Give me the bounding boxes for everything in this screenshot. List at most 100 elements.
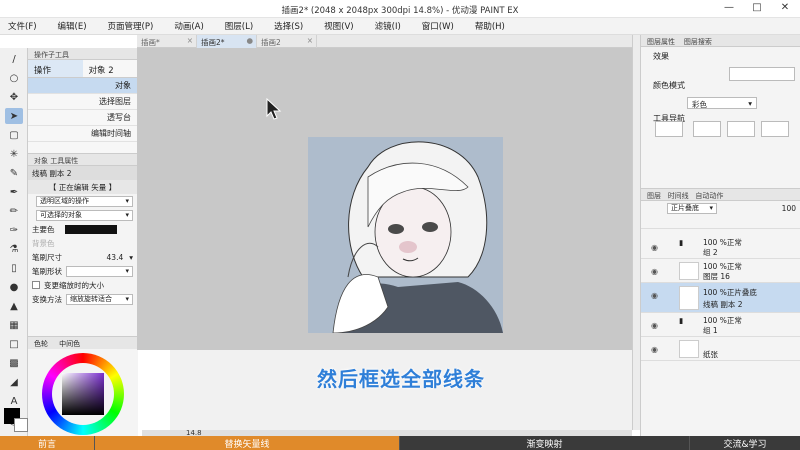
layer-toolbar xyxy=(641,215,800,229)
stepper-icon[interactable]: ▾ xyxy=(129,253,133,262)
folder-icon: ▮ xyxy=(679,238,684,247)
fill-icon[interactable]: ▲ xyxy=(5,298,23,314)
move-icon[interactable]: ✥ xyxy=(5,89,23,105)
list-item[interactable]: 选择图层 xyxy=(28,94,137,110)
menu-filter[interactable]: 滤镜(I) xyxy=(375,20,401,32)
lasso-icon[interactable]: ○ xyxy=(5,70,23,86)
nav-select-button[interactable] xyxy=(693,121,721,137)
layer-thumbnail xyxy=(679,286,699,310)
auto-select-icon[interactable]: ✳ xyxy=(5,146,23,162)
effect-buttons[interactable] xyxy=(729,67,795,81)
tab-doc-1[interactable]: 插画* × xyxy=(137,35,197,48)
brush-size-value[interactable]: 43.4 xyxy=(107,253,124,262)
visibility-icon[interactable]: ◉ xyxy=(651,267,658,276)
eyedropper-icon[interactable]: ✎ xyxy=(5,165,23,181)
close-icon[interactable]: ✕ xyxy=(771,2,799,16)
pen2-icon[interactable]: ✒ xyxy=(5,184,23,200)
menu-page[interactable]: 页面管理(P) xyxy=(108,20,154,32)
visibility-icon[interactable]: ◉ xyxy=(651,345,658,354)
selectable-dropdown[interactable]: 可选择的对象 ▾ xyxy=(36,209,133,221)
color-mode-dropdown[interactable]: 彩色 ▾ xyxy=(687,97,757,109)
color-wheel[interactable] xyxy=(42,353,124,435)
brush-shape-dropdown[interactable]: ▾ xyxy=(66,265,133,277)
menu-view[interactable]: 视图(V) xyxy=(324,20,353,32)
menu-help[interactable]: 帮助(H) xyxy=(475,20,505,32)
layer-row-selected[interactable]: ◉ 100 %正片叠底 线稿 副本 2 xyxy=(641,283,800,313)
visibility-icon[interactable]: ◉ xyxy=(651,321,658,330)
panel-title: 操作子工具 xyxy=(28,48,137,60)
eraser-icon[interactable]: ▯ xyxy=(5,260,23,276)
layer-row[interactable]: ◉ ▮ 100 %正常组 2 xyxy=(641,235,800,259)
close-icon[interactable]: × xyxy=(307,36,313,45)
layer-row[interactable]: ◉ 100 %正常 图层 16 xyxy=(641,259,800,283)
nav-transform-button[interactable] xyxy=(727,121,755,137)
menu-edit[interactable]: 编辑(E) xyxy=(58,20,87,32)
list-item[interactable]: 对象 xyxy=(28,78,137,94)
tab-count: 2 xyxy=(108,66,114,76)
menu-select[interactable]: 选择(S) xyxy=(274,20,303,32)
color-panel: 色轮 中间色 xyxy=(28,336,138,436)
tab-layers[interactable]: 图层 xyxy=(647,192,661,200)
tab-operation[interactable]: 操作 xyxy=(28,60,83,77)
menu-window[interactable]: 窗口(W) xyxy=(422,20,454,32)
minimize-icon[interactable]: — xyxy=(715,2,743,16)
airbrush-icon[interactable]: ⚗ xyxy=(5,241,23,257)
operation-icon[interactable]: ➤ xyxy=(5,108,23,124)
maximize-icon[interactable]: □ xyxy=(743,2,771,16)
pen-icon[interactable]: / xyxy=(5,51,23,67)
layer-panel: 图层 时间线 自动动作 正片叠底 ▾ 100 ◉ ▮ 100 %正常组 2 ◉ 100 … xyxy=(640,188,800,436)
opacity-value[interactable]: 100 xyxy=(782,204,796,213)
chapter-1[interactable]: 前言 xyxy=(0,436,95,450)
menu-file[interactable]: 文件(F) xyxy=(8,20,37,32)
layer-row[interactable]: ◉ ▮ 100 %正常组 1 xyxy=(641,313,800,337)
brush-size-row: 笔刷尺寸 43.4 ▾ xyxy=(28,250,137,264)
tab-label: 插画2* xyxy=(201,38,225,47)
blend-mode-dropdown[interactable]: 正片叠底 ▾ xyxy=(667,202,717,214)
tool-palette: / ○ ✥ ➤ ▢ ✳ ✎ ✒ ✏ ✑ ⚗ ▯ ● ▲ ▦ □ ▩ ◢ A ◯ … xyxy=(0,48,28,445)
layer-blend-label: 100 %正片叠底 xyxy=(703,288,757,297)
tab-doc-3[interactable]: 插画2 × xyxy=(257,35,317,48)
visibility-icon[interactable]: ◉ xyxy=(651,243,658,252)
transform-dropdown[interactable]: 缩放旋转适合 ▾ xyxy=(66,293,133,305)
transparent-ops-dropdown[interactable]: 透明区域的操作 ▾ xyxy=(36,195,133,207)
text-icon[interactable]: A xyxy=(5,393,23,409)
menu-layer[interactable]: 图层(L) xyxy=(225,20,253,32)
chapter-2[interactable]: 替换矢量线 xyxy=(95,436,400,450)
frame-icon[interactable]: ▩ xyxy=(5,355,23,371)
layer-row[interactable]: ◉ 纸张 xyxy=(641,337,800,361)
chapter-4[interactable]: 交流&学习 xyxy=(690,436,800,450)
pencil-icon[interactable]: ✏ xyxy=(5,203,23,219)
select-rect-icon[interactable]: ▢ xyxy=(5,127,23,143)
checkbox[interactable] xyxy=(32,281,40,289)
tab-intermediate-color[interactable]: 中间色 xyxy=(59,340,80,348)
figure-icon[interactable]: □ xyxy=(5,336,23,352)
canvas-scrollbar[interactable] xyxy=(632,35,640,430)
chapter-3[interactable]: 渐变映射 xyxy=(400,436,690,450)
tab-timeline[interactable]: 时间线 xyxy=(668,192,689,200)
sub-color-swatch[interactable] xyxy=(14,418,28,432)
tab-color-wheel[interactable]: 色轮 xyxy=(34,340,48,348)
menu-animation[interactable]: 动画(A) xyxy=(174,20,203,32)
brush-icon[interactable]: ✑ xyxy=(5,222,23,238)
close-icon[interactable]: × xyxy=(187,36,193,45)
color-square[interactable] xyxy=(62,373,104,415)
tab-auto-action[interactable]: 自动动作 xyxy=(695,192,723,200)
nav-operation-button[interactable] xyxy=(655,121,683,137)
nav-pen-button[interactable] xyxy=(761,121,789,137)
illustration-image xyxy=(332,141,503,333)
dropdown-value: 彩色 xyxy=(692,100,707,109)
visibility-icon[interactable]: ◉ xyxy=(651,291,658,300)
gradient-icon[interactable]: ▦ xyxy=(5,317,23,333)
blend-icon[interactable]: ● xyxy=(5,279,23,295)
tab-object[interactable]: 对象 2 xyxy=(83,60,138,77)
tab-doc-2[interactable]: 插画2* ● xyxy=(197,35,257,48)
tab-layer-search[interactable]: 图层搜索 xyxy=(684,38,712,46)
subtool-panel: 操作子工具 操作 对象 2 对象 选择图层 透写台 编辑时间轴 xyxy=(28,48,138,153)
brush-size-label: 笔刷尺寸 xyxy=(32,252,62,262)
list-item[interactable]: 编辑时间轴 xyxy=(28,126,137,142)
tab-layer-property[interactable]: 图层属性 xyxy=(647,38,675,46)
canvas-artwork[interactable] xyxy=(308,137,503,333)
main-color-swatch[interactable] xyxy=(64,224,117,234)
list-item[interactable]: 透写台 xyxy=(28,110,137,126)
ruler-icon[interactable]: ◢ xyxy=(5,374,23,390)
